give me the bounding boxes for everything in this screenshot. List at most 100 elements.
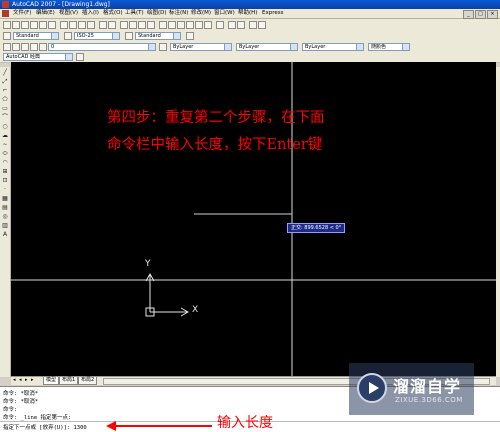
chevron-down-icon[interactable] [356, 44, 363, 50]
chevron-down-icon[interactable] [173, 33, 180, 39]
line-tool-icon[interactable]: ╱ [2, 70, 8, 76]
new-file-icon[interactable] [3, 21, 11, 29]
chevron-down-icon[interactable] [65, 54, 72, 60]
tab-layout2[interactable]: 布局2 [78, 377, 98, 385]
lock-icon[interactable] [30, 43, 38, 51]
spline-tool-icon[interactable]: ∼ [2, 142, 8, 148]
gradient-icon[interactable]: ▤ [2, 205, 8, 211]
close-button[interactable]: × [487, 10, 498, 19]
first-tab-icon[interactable]: ◂ [13, 378, 18, 383]
point-icon[interactable]: · [2, 187, 8, 193]
arc-icon[interactable]: ⌒ [2, 115, 8, 121]
polyline-icon[interactable] [228, 21, 236, 29]
insert-block-icon[interactable]: ⊞ [2, 169, 8, 175]
regen-icon[interactable] [258, 21, 266, 29]
polygon-icon[interactable]: ⬠ [2, 97, 8, 103]
prev-tab-icon[interactable]: ◂ [19, 378, 24, 383]
properties-icon[interactable] [159, 21, 167, 29]
plot-icon[interactable] [30, 21, 38, 29]
paste-icon[interactable] [78, 21, 86, 29]
color-square-icon [39, 43, 47, 51]
minimize-button[interactable]: _ [463, 10, 474, 19]
polyline-tool-icon[interactable]: ⌐ [2, 88, 8, 94]
chevron-down-icon[interactable] [51, 33, 58, 39]
menu-draw[interactable]: 绘图(D) [147, 9, 167, 18]
revision-cloud-icon[interactable]: ☁ [2, 133, 8, 139]
undo-icon[interactable] [99, 21, 107, 29]
menu-modify[interactable]: 修改(M) [191, 9, 211, 18]
lineweight-select[interactable]: ByLayer [302, 43, 364, 51]
ellipse-arc-icon[interactable]: ◠ [2, 160, 8, 166]
menu-express[interactable]: Express [262, 9, 283, 18]
ellipse-icon[interactable]: ⬭ [2, 151, 8, 157]
input-length-annotation: 输入长度 [217, 415, 273, 431]
zoom-realtime-icon[interactable] [129, 21, 137, 29]
match-properties-icon[interactable] [87, 21, 95, 29]
window-title: AutoCAD 2007 - [Drawing1.dwg] [12, 1, 110, 8]
rectangle-icon[interactable]: ▭ [2, 106, 8, 112]
quickcalc-icon[interactable] [204, 21, 212, 29]
dim-style-select[interactable]: ISO-25 [74, 32, 120, 40]
make-block-icon[interactable]: ⊡ [2, 178, 8, 184]
zoom-extents-icon[interactable] [249, 21, 257, 29]
spline-icon[interactable] [237, 21, 245, 29]
chevron-down-icon[interactable] [402, 44, 409, 50]
restore-button[interactable]: □ [475, 10, 486, 19]
table-style-icon [125, 32, 133, 40]
layer-select[interactable]: 0 [48, 43, 156, 51]
open-file-icon[interactable] [12, 21, 20, 29]
markup-icon[interactable] [195, 21, 203, 29]
plot-style-value: 随颜色 [371, 44, 387, 50]
circle-icon[interactable]: ○ [2, 124, 8, 130]
color-select[interactable]: ByLayer [170, 43, 232, 51]
sheet-set-icon[interactable] [186, 21, 194, 29]
cut-icon[interactable] [60, 21, 68, 29]
chevron-down-icon[interactable] [290, 44, 297, 50]
next-tab-icon[interactable]: ▸ [25, 378, 30, 383]
document-icon[interactable] [2, 10, 9, 17]
last-tab-icon[interactable]: ▸ [31, 378, 36, 383]
menu-tools[interactable]: 工具(T) [125, 9, 144, 18]
redo-icon[interactable] [108, 21, 116, 29]
chevron-down-icon[interactable] [224, 44, 231, 50]
menu-file[interactable]: 文件(F) [13, 9, 31, 18]
design-center-icon[interactable] [168, 21, 176, 29]
lightbulb-icon[interactable] [12, 43, 20, 51]
region-icon[interactable]: ◎ [2, 214, 8, 220]
menu-format[interactable]: 格式(O) [103, 9, 123, 18]
linetype-select[interactable]: ByLayer [236, 43, 298, 51]
tab-model[interactable]: 模型 [43, 377, 60, 385]
chevron-down-icon[interactable] [112, 33, 119, 39]
multiline-text-icon[interactable]: A [2, 232, 8, 238]
menu-help[interactable]: 帮助(H) [238, 9, 257, 18]
menu-window[interactable]: 窗口(W) [214, 9, 235, 18]
table-style-select[interactable]: Standard [135, 32, 181, 40]
copy-icon[interactable] [69, 21, 77, 29]
tool-palettes-icon[interactable] [177, 21, 185, 29]
multileader-icon[interactable] [186, 32, 194, 40]
hatch-icon[interactable]: ▦ [2, 196, 8, 202]
text-style-select[interactable]: Standard [13, 32, 59, 40]
save-icon[interactable] [21, 21, 29, 29]
menu-view[interactable]: 视图(V) [59, 9, 78, 18]
layer-manager-icon[interactable] [3, 43, 11, 51]
menu-dimension[interactable]: 标注(N) [169, 9, 188, 18]
tab-layout1[interactable]: 布局1 [59, 377, 79, 385]
make-current-layer-icon[interactable] [159, 43, 167, 51]
plot-style-select[interactable]: 随颜色 [368, 43, 410, 51]
zoom-previous-icon[interactable] [147, 21, 155, 29]
workspace-settings-icon[interactable] [76, 53, 84, 61]
drawing-canvas[interactable]: 第四步：重复第二个步骤，在下面 命令栏中输入长度，按下Enter键 Y X [11, 62, 496, 376]
table-icon[interactable]: ▥ [2, 223, 8, 229]
plot-preview-icon[interactable] [39, 21, 47, 29]
workspace-select[interactable]: AutoCAD 经典 [3, 53, 73, 61]
chevron-down-icon[interactable] [148, 44, 155, 50]
menu-edit[interactable]: 编辑(E) [36, 9, 55, 18]
menu-insert[interactable]: 插入(I) [82, 9, 99, 18]
pan-icon[interactable] [120, 21, 128, 29]
publish-icon[interactable] [48, 21, 56, 29]
help-icon[interactable] [216, 21, 224, 29]
construction-line-icon[interactable]: ⤢ [2, 79, 8, 85]
zoom-window-icon[interactable] [138, 21, 146, 29]
sun-icon[interactable] [21, 43, 29, 51]
